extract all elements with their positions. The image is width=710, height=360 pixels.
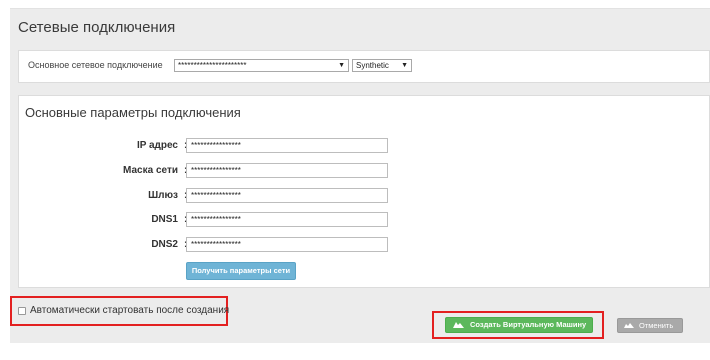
netmask-label: Маска сети: <box>123 165 187 176</box>
dns2-label: DNS2: <box>151 239 187 250</box>
adapter-type-value: Synthetic <box>356 61 389 70</box>
create-vm-button[interactable]: Создать Виртуальную Машину <box>445 317 593 333</box>
cancel-button[interactable]: Отменить <box>617 318 683 333</box>
gateway-input[interactable]: **************** <box>186 188 388 203</box>
dns1-label: DNS1: <box>151 214 187 225</box>
ip-address-input[interactable]: **************** <box>186 138 388 153</box>
connection-params-title: Основные параметры подключения <box>25 105 241 120</box>
primary-connection-label: Основное сетевое подключение <box>28 60 163 70</box>
get-network-params-button[interactable]: Получить параметры сети <box>186 262 296 280</box>
cancel-label: Отменить <box>639 321 674 330</box>
primary-connection-select[interactable]: ********************** ▼ <box>174 59 349 72</box>
dropdown-arrow-icon: ▼ <box>338 62 345 69</box>
cloud-icon <box>624 323 634 328</box>
create-vm-label: Создать Виртуальную Машину <box>470 320 587 329</box>
gateway-label: Шлюз: <box>148 190 187 201</box>
adapter-type-select[interactable]: Synthetic ▼ <box>352 59 412 72</box>
section-title: Сетевые подключения <box>18 19 176 36</box>
cloud-icon <box>453 322 464 328</box>
netmask-input[interactable]: **************** <box>186 163 388 178</box>
dns2-input[interactable]: **************** <box>186 237 388 252</box>
dns1-input[interactable]: **************** <box>186 212 388 227</box>
ip-address-label: IP адрес: <box>136 140 187 151</box>
primary-connection-value: ********************** <box>178 61 247 70</box>
dropdown-arrow-icon: ▼ <box>401 62 408 69</box>
autostart-label[interactable]: Автоматически стартовать после создания <box>30 305 229 316</box>
autostart-checkbox[interactable] <box>18 307 26 315</box>
